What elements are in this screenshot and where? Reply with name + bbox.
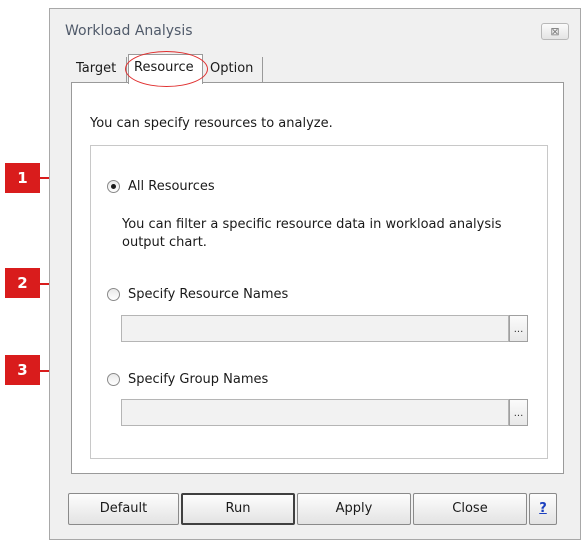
help-button[interactable]: ?: [529, 493, 557, 525]
callout-2: 2: [5, 268, 40, 298]
specify-resource-names-option[interactable]: Specify Resource Names: [107, 287, 288, 302]
all-resources-option[interactable]: All Resources: [107, 179, 215, 194]
title-bar: Workload Analysis ⊠: [50, 9, 580, 49]
apply-button[interactable]: Apply: [297, 493, 411, 525]
group-names-field[interactable]: [121, 399, 509, 426]
resource-names-browse-button[interactable]: ...: [509, 315, 528, 342]
tab-option-label: Option: [210, 61, 254, 76]
highlight-oval: [125, 51, 208, 87]
tab-target[interactable]: Target: [71, 57, 127, 83]
specify-resource-names-label: Specify Resource Names: [128, 287, 289, 302]
run-button[interactable]: Run: [181, 493, 295, 525]
all-resources-radio[interactable]: [107, 180, 120, 193]
tab-target-label: Target: [76, 61, 117, 76]
specify-resource-names-radio[interactable]: [107, 288, 120, 301]
callout-3: 3: [5, 355, 40, 385]
specify-group-names-label: Specify Group Names: [128, 372, 269, 387]
filter-help-text: You can filter a specific resource data …: [122, 217, 502, 250]
close-button[interactable]: Close: [413, 493, 527, 525]
group-names-browse-button[interactable]: ...: [509, 399, 528, 426]
close-icon: ⊠: [550, 25, 560, 38]
window-title: Workload Analysis: [65, 23, 193, 39]
specify-group-names-option[interactable]: Specify Group Names: [107, 372, 268, 387]
callout-1: 1: [5, 163, 40, 193]
workload-analysis-dialog: Workload Analysis ⊠ Target Resource Opti…: [49, 8, 581, 540]
tab-option[interactable]: Option: [205, 57, 263, 83]
default-button[interactable]: Default: [68, 493, 179, 525]
specify-group-names-radio[interactable]: [107, 373, 120, 386]
intro-text: You can specify resources to analyze.: [90, 116, 333, 131]
all-resources-label: All Resources: [128, 179, 215, 194]
close-window-button[interactable]: ⊠: [541, 23, 569, 40]
resource-tab-panel: You can specify resources to analyze. Al…: [71, 82, 564, 474]
resource-names-field[interactable]: [121, 315, 509, 342]
